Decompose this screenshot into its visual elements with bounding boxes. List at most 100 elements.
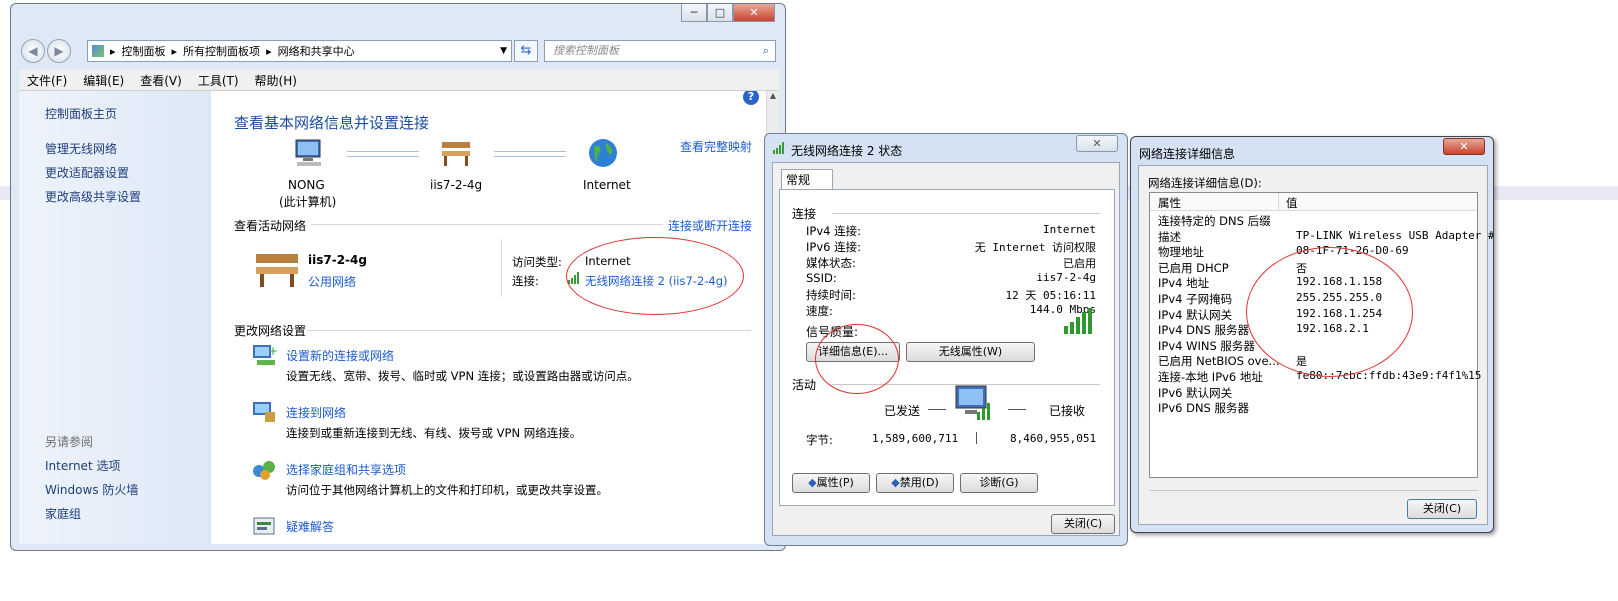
- column-header-value[interactable]: 值: [1286, 195, 1298, 211]
- details-group-label: 网络连接详细信息(D):: [1148, 176, 1262, 190]
- breadcrumb-item-all-items[interactable]: 所有控制面板项: [183, 43, 260, 59]
- view-full-map-link[interactable]: 查看完整映射: [680, 138, 752, 155]
- network-activity-icon: [953, 385, 993, 422]
- dialog-title: 无线网络连接 2 状态: [791, 144, 903, 158]
- sidebar-item-adapter-settings[interactable]: 更改适配器设置: [45, 164, 129, 181]
- diagnose-button[interactable]: 诊断(G): [960, 473, 1038, 493]
- annotation-circle: [566, 237, 744, 315]
- minimize-button[interactable]: ─: [681, 4, 707, 22]
- breadcrumb-separator-icon: ▸: [110, 44, 116, 58]
- table-row[interactable]: 描述 TP-LINK Wireless USB Adapter #2: [1158, 229, 1493, 245]
- column-divider[interactable]: [1278, 193, 1279, 210]
- map-link-line: [494, 151, 566, 157]
- network-name: iis7-2-4g: [308, 253, 367, 267]
- connect-disconnect-link[interactable]: 连接或断开连接: [668, 217, 752, 234]
- close-icon[interactable]: ✕: [1076, 135, 1118, 152]
- table-row[interactable]: IPv6 DNS 服务器: [1158, 400, 1249, 416]
- bytes-divider: [976, 432, 977, 444]
- signal-strength-icon: [1064, 308, 1092, 337]
- table-row[interactable]: IPv4 DNS 服务器 192.168.2.1: [1158, 322, 1369, 338]
- table-row[interactable]: 已启用 DHCP 否: [1158, 260, 1307, 276]
- breadcrumb-item-control-panel[interactable]: 控制面板: [122, 43, 166, 59]
- ipv6-label: IPv6 连接:: [806, 240, 861, 254]
- map-node-computer: NONG: [288, 178, 325, 192]
- map-node-network: iis7-2-4g: [430, 178, 483, 192]
- tab-general[interactable]: 常规: [781, 169, 833, 190]
- menu-tools[interactable]: 工具(T): [198, 72, 239, 89]
- back-button[interactable]: ◀: [21, 39, 45, 63]
- duration-value: 12 天 05:16:11: [1005, 289, 1096, 302]
- connect-network-icon: [251, 400, 277, 424]
- map-node-internet: Internet: [583, 178, 631, 192]
- sidebar-item-homegroup[interactable]: 家庭组: [45, 505, 81, 522]
- close-icon[interactable]: ✕: [1443, 138, 1485, 155]
- troubleshoot-icon: [251, 514, 277, 538]
- property-cell: IPv6 默认网关: [1158, 385, 1233, 400]
- forward-button[interactable]: ▶: [47, 39, 71, 63]
- breadcrumb-item-network[interactable]: 网络和共享中心: [278, 43, 355, 59]
- divider: [1149, 490, 1478, 491]
- network-type-link[interactable]: 公用网络: [308, 273, 356, 290]
- shield-icon: ◆: [891, 476, 900, 489]
- task-connect-network-link[interactable]: 连接到网络: [286, 404, 346, 421]
- sidebar-item-advanced-sharing[interactable]: 更改高级共享设置: [45, 188, 141, 205]
- sidebar-item-windows-firewall[interactable]: Windows 防火墙: [45, 481, 138, 498]
- table-row[interactable]: 连接-本地 IPv6 地址 fe80::7cbc:ffdb:43e9:f4f1%1…: [1158, 369, 1481, 385]
- ipv4-label: IPv4 连接:: [806, 224, 861, 238]
- active-networks-heading: 查看活动网络: [234, 219, 307, 233]
- sidebar-item-manage-wireless[interactable]: 管理无线网络: [45, 140, 117, 157]
- bytes-label: 字节:: [806, 433, 833, 447]
- search-input[interactable]: 搜索控制面板 ⌕: [544, 40, 776, 62]
- divider: [832, 213, 1100, 214]
- background-band-right: [1495, 186, 1618, 200]
- menu-help[interactable]: 帮助(H): [255, 72, 297, 89]
- close-button[interactable]: ✕: [733, 4, 775, 22]
- received-line: [1008, 409, 1026, 410]
- table-row[interactable]: 物理地址 08-1F-71-26-D0-69: [1158, 244, 1409, 260]
- menu-edit[interactable]: 编辑(E): [83, 72, 124, 89]
- sidebar-item-control-panel-home[interactable]: 控制面板主页: [45, 105, 117, 122]
- disable-button[interactable]: ◆禁用(D): [876, 473, 954, 493]
- annotation-circle: [815, 324, 899, 394]
- table-row[interactable]: IPv4 WINS 服务器: [1158, 338, 1255, 354]
- menu-file[interactable]: 文件(F): [27, 72, 67, 89]
- chevron-down-icon[interactable]: ▼: [500, 46, 507, 56]
- property-cell: 连接-本地 IPv6 地址: [1158, 370, 1263, 384]
- close-button[interactable]: 关闭(C): [1051, 514, 1115, 534]
- task-setup-connection-desc: 设置无线、宽带、拨号、临时或 VPN 连接；或设置路由器或访问点。: [286, 369, 639, 383]
- refresh-icon[interactable]: ⇆: [514, 40, 538, 62]
- shield-icon: ◆: [808, 476, 817, 489]
- task-homegroup-link[interactable]: 选择家庭组和共享选项: [286, 461, 406, 478]
- table-row[interactable]: 已启用 NetBIOS ove... 是: [1158, 353, 1307, 369]
- sidebar-item-internet-options[interactable]: Internet 选项: [45, 457, 120, 474]
- address-bar[interactable]: ▸ 控制面板 ▸ 所有控制面板项 ▸ 网络和共享中心 ▼: [87, 40, 512, 62]
- task-homegroup-desc: 访问位于其他网络计算机上的文件和打印机，或更改共享设置。: [286, 483, 608, 497]
- main-content: 查看基本网络信息并设置连接 ? 查看完整映射 NONG (此计算机) iis7-…: [211, 91, 766, 544]
- task-troubleshoot-link[interactable]: 疑难解答: [286, 518, 334, 535]
- table-row[interactable]: IPv4 子网掩码 255.255.255.0: [1158, 291, 1382, 307]
- task-setup-connection-link[interactable]: 设置新的连接或网络: [286, 347, 394, 364]
- table-row[interactable]: IPv4 地址 192.168.1.158: [1158, 275, 1382, 291]
- column-header-property[interactable]: 属性: [1158, 195, 1181, 211]
- table-row[interactable]: IPv6 默认网关: [1158, 385, 1232, 401]
- wireless-properties-button[interactable]: 无线属性(W): [906, 342, 1035, 362]
- table-row[interactable]: 连接特定的 DNS 后缀: [1158, 213, 1271, 229]
- help-icon[interactable]: ?: [743, 91, 759, 105]
- property-cell: 已启用 DHCP: [1158, 260, 1229, 275]
- table-row[interactable]: IPv4 默认网关 192.168.1.254: [1158, 307, 1382, 323]
- maximize-button[interactable]: □: [707, 4, 733, 22]
- bench-icon: [439, 138, 473, 168]
- breadcrumb-separator-icon: ▸: [171, 44, 178, 58]
- wireless-status-dialog: 无线网络连接 2 状态 ✕ 常规 连接 IPv4 连接: Internet IP…: [764, 133, 1128, 546]
- menu-view[interactable]: 查看(V): [140, 72, 182, 89]
- property-cell: IPv4 WINS 服务器: [1158, 338, 1255, 353]
- media-state-label: 媒体状态:: [806, 256, 856, 270]
- connection-section-label: 连接: [792, 207, 817, 221]
- close-button[interactable]: 关闭(C): [1407, 499, 1477, 519]
- scroll-up-icon[interactable]: ▲: [767, 91, 779, 100]
- dialog-body: 常规 连接 IPv4 连接: Internet IPv6 连接: 无 Inter…: [772, 162, 1120, 536]
- list-header: 属性 值: [1150, 193, 1477, 211]
- search-placeholder: 搜索控制面板: [553, 44, 619, 57]
- vertical-divider: [501, 239, 502, 297]
- properties-button[interactable]: ◆属性(P): [792, 473, 870, 493]
